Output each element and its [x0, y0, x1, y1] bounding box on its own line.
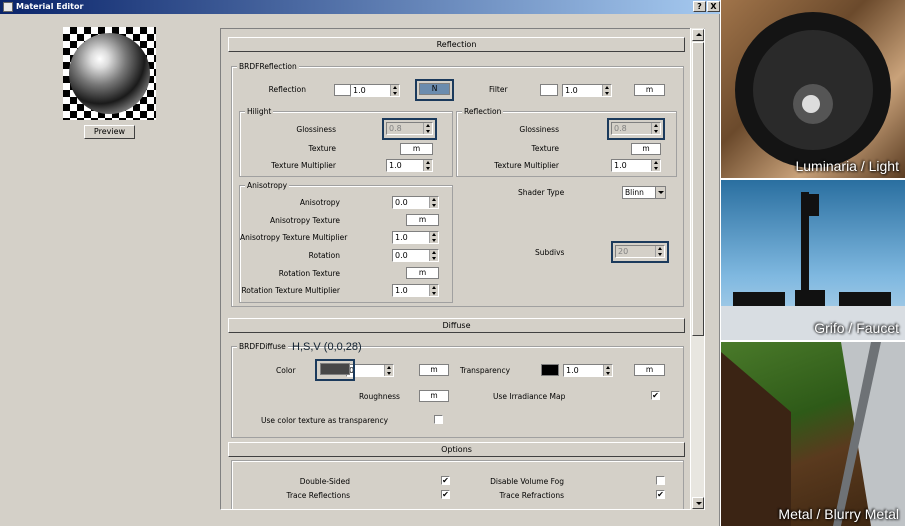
- group-title: BRDFDiffuse: [237, 342, 288, 351]
- close-button[interactable]: X: [707, 1, 720, 12]
- rotation-spinner[interactable]: 0.0: [392, 249, 439, 262]
- group-title: Hilight: [245, 107, 274, 116]
- reflection-spinner[interactable]: 1.0: [350, 84, 400, 97]
- preview-button[interactable]: Preview: [84, 125, 135, 139]
- transparency-map-button[interactable]: m: [634, 364, 665, 376]
- material-preview: [63, 27, 156, 120]
- scroll-down-arrow-icon[interactable]: [692, 497, 704, 509]
- group-title: BRDFReflection: [237, 62, 299, 71]
- irradiance-label: Use Irradiance Map: [493, 392, 566, 401]
- roughness-map-button[interactable]: m: [419, 390, 449, 402]
- vertical-scrollbar[interactable]: [690, 28, 704, 510]
- filter-color-swatch[interactable]: [540, 84, 558, 96]
- trace-refractions-checkbox[interactable]: ✔: [656, 490, 665, 499]
- subdivs-spinner[interactable]: 20: [615, 245, 665, 258]
- shader-type-select[interactable]: Blinn: [622, 186, 666, 199]
- hilight-group: Hilight Glossiness 0.8 Texture m Texture…: [239, 107, 453, 177]
- trace-reflections-label: Trace Reflections: [286, 491, 350, 500]
- anisotropy-texmult-label: Anisotropy Texture Multiplier: [240, 233, 348, 242]
- lamp-shape: [735, 12, 891, 168]
- metal-caption: Metal / Blurry Metal: [778, 506, 899, 522]
- rotation-texture-label: Rotation Texture: [278, 269, 340, 278]
- rotation-texture-map-button[interactable]: m: [406, 267, 439, 279]
- trace-refractions-label: Trace Refractions: [499, 491, 565, 500]
- group-title: Reflection: [462, 107, 504, 116]
- light-example-image: Luminaria / Light: [721, 0, 905, 178]
- faucet-example-image: Grifo / Faucet: [721, 180, 905, 340]
- scroll-thumb[interactable]: [692, 42, 704, 336]
- hilight-texmult-spinner[interactable]: 1.0: [386, 159, 433, 172]
- reflection-sub-group: Reflection Glossiness 0.8 Texture m Text…: [456, 107, 677, 177]
- material-editor-window: Material Editor ? X Preview Reflection B…: [0, 0, 720, 526]
- disable-volume-fog-label: Disable Volume Fog: [490, 477, 564, 486]
- shader-type-label: Shader Type: [518, 188, 565, 197]
- irradiance-checkbox[interactable]: ✔: [651, 391, 660, 400]
- rotation-texmult-spinner[interactable]: 1.0: [392, 284, 439, 297]
- reflection-texture-map-button[interactable]: m: [631, 143, 661, 155]
- options-group: Double-Sided ✔ Trace Reflections ✔ Disab…: [231, 460, 684, 509]
- transparency-color-swatch[interactable]: [541, 364, 559, 376]
- anisotropy-group: Anisotropy Anisotropy 0.0 Anisotropy Tex…: [239, 181, 453, 303]
- anisotropy-texmult-spinner[interactable]: 1.0: [392, 231, 439, 244]
- faucet-shape: [721, 192, 905, 340]
- scroll-up-arrow-icon[interactable]: [692, 29, 704, 41]
- subdivs-label: Subdivs: [535, 248, 565, 257]
- title-bar: Material Editor ? X: [0, 0, 720, 14]
- diffuse-color-swatch[interactable]: [320, 363, 350, 375]
- brdf-diffuse-group: BRDFDiffuse Color 0 m Transparency 1.0 m…: [231, 342, 684, 438]
- glossiness-label: Glossiness: [519, 125, 559, 134]
- hsv-annotation: H,S,V (0,0,28): [292, 341, 362, 353]
- anisotropy-label: Anisotropy: [299, 198, 340, 207]
- anisotropy-texture-label: Anisotropy Texture: [270, 216, 340, 225]
- diffuse-rollout[interactable]: Diffuse: [228, 318, 685, 333]
- metal-example-image: Metal / Blurry Metal: [721, 342, 905, 526]
- group-title: Anisotropy: [245, 181, 290, 190]
- hilight-glossiness-spinner[interactable]: 0.8: [386, 122, 433, 135]
- brdf-reflection-group: BRDFReflection Reflection 1.0 N Filter 1…: [231, 62, 684, 307]
- filter-map-button[interactable]: m: [634, 84, 665, 96]
- transparency-label: Transparency: [460, 366, 511, 375]
- reflection-glossiness-spinner[interactable]: 0.8: [611, 122, 661, 135]
- filter-label: Filter: [489, 85, 508, 94]
- color-texture-label: Use color texture as transparency: [261, 416, 389, 425]
- rotation-texmult-label: Rotation Texture Multiplier: [241, 286, 340, 295]
- preview-sphere: [69, 33, 150, 114]
- texture-multiplier-label: Texture Multiplier: [271, 161, 336, 170]
- double-sided-checkbox[interactable]: ✔: [441, 476, 450, 485]
- reflection-texmult-spinner[interactable]: 1.0: [611, 159, 661, 172]
- help-button[interactable]: ?: [693, 1, 706, 12]
- texture-label: Texture: [308, 144, 336, 153]
- material-examples-panel: Luminaria / Light Grifo / Faucet Metal /…: [720, 0, 906, 526]
- anisotropy-spinner[interactable]: 0.0: [392, 196, 439, 209]
- rotation-label: Rotation: [308, 251, 340, 260]
- texture-multiplier-label: Texture Multiplier: [494, 161, 559, 170]
- color-texture-checkbox[interactable]: [434, 415, 443, 424]
- anisotropy-texture-map-button[interactable]: m: [406, 214, 439, 226]
- filter-spinner[interactable]: 1.0: [562, 84, 612, 97]
- reflection-label: Reflection: [268, 85, 306, 94]
- window-title: Material Editor: [16, 2, 84, 11]
- disable-volume-fog-checkbox[interactable]: [656, 476, 665, 485]
- hilight-texture-map-button[interactable]: m: [400, 143, 433, 155]
- texture-label: Texture: [531, 144, 559, 153]
- options-rollout[interactable]: Options: [228, 442, 685, 457]
- trace-reflections-checkbox[interactable]: ✔: [441, 490, 450, 499]
- material-parameters-panel: Reflection BRDFReflection Reflection 1.0…: [220, 28, 705, 510]
- reflection-rollout[interactable]: Reflection: [228, 37, 685, 52]
- metal-shape: [721, 342, 905, 526]
- light-caption: Luminaria / Light: [795, 158, 899, 174]
- color-map-button[interactable]: m: [419, 364, 449, 376]
- transparency-spinner[interactable]: 1.0: [563, 364, 613, 377]
- roughness-label: Roughness: [359, 392, 400, 401]
- glossiness-label: Glossiness: [296, 125, 336, 134]
- color-label: Color: [276, 366, 296, 375]
- faucet-caption: Grifo / Faucet: [814, 320, 899, 336]
- double-sided-label: Double-Sided: [299, 477, 350, 486]
- reflection-map-button[interactable]: N: [419, 83, 450, 95]
- window-icon: [3, 2, 13, 12]
